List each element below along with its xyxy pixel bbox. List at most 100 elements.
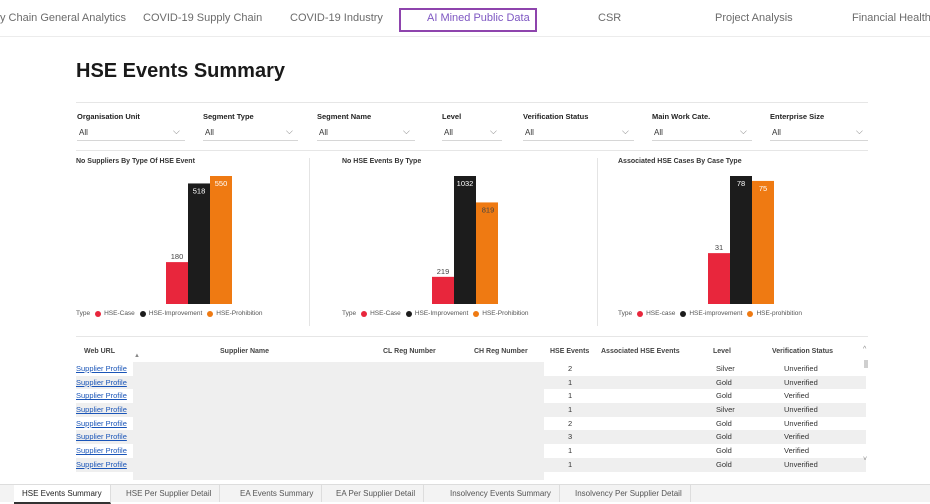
col-header-hse-events[interactable]: HSE Events [550,348,589,355]
filter-main-work-category[interactable]: Main Work Cate. All ⌵ [652,112,752,142]
data-label-case: 180 [171,252,184,261]
bar-prohibition[interactable] [210,176,232,304]
filter-level[interactable]: Level All ⌵ [442,112,502,142]
filter-label: Main Work Cate. [652,112,711,121]
verification-status-cell: Verified [784,432,810,442]
hse-events-cell: 1 [568,405,573,415]
nav-tab-supply-chain-general-analytics[interactable]: y Chain General Analytics [0,12,126,24]
chevron-down-icon: ⌵ [622,126,629,136]
chart-canvas: 219 1032 819 [432,176,498,304]
bar-prohibition[interactable] [752,180,774,304]
filter-label: Level [442,112,462,121]
filter-value: All [654,128,663,137]
verification-status-cell: Unverified [784,405,818,415]
supplier-profile-link[interactable]: Supplier Profile [76,391,127,400]
data-label-prohibition: 75 [759,184,767,193]
chevron-down-icon: ⌵ [403,126,410,136]
nav-tab-csr[interactable]: CSR [598,12,621,24]
col-header-web-url[interactable]: Web URL [84,348,115,355]
filter-segment-name[interactable]: Segment Name All ⌵ [317,112,415,142]
bar-improvement[interactable] [454,176,476,304]
legend-entry-improvement: HSE-Improvement [414,310,469,317]
filter-label: Segment Type [203,112,254,121]
chevron-down-icon: ⌵ [740,126,747,136]
table-scrollbar[interactable]: ^ ˅ [862,346,870,468]
hse-events-cell: 3 [568,432,573,442]
filter-organisation-unit[interactable]: Organisation Unit All ⌵ [77,112,185,142]
filter-verification-status[interactable]: Verification Status All ⌵ [523,112,634,142]
supplier-profile-link[interactable]: Supplier Profile [76,378,127,387]
page-title: HSE Events Summary [76,60,285,82]
legend-swatch-prohibition [207,310,214,317]
supplier-profile-link[interactable]: Supplier Profile [76,419,127,428]
bar-improvement[interactable] [188,183,210,304]
filter-label: Verification Status [523,112,589,121]
top-navigation: y Chain General Analytics COVID-19 Suppl… [0,0,930,37]
nav-tab-covid-supply-chain[interactable]: COVID-19 Supply Chain [143,12,262,24]
legend-entry-improvement: HSE-Improvement [148,310,203,317]
scroll-thumb[interactable] [864,360,868,368]
col-header-verification-status[interactable]: Verification Status [772,348,833,355]
bar-improvement[interactable] [730,176,752,304]
scroll-up-icon[interactable]: ^ [863,346,866,353]
legend-title: Type [342,310,357,317]
level-cell: Gold [716,459,732,469]
bar-case[interactable] [708,253,730,304]
page-tab-insolvency-per-supplier-detail[interactable]: Insolvency Per Supplier Detail [567,485,691,502]
nav-tab-financial-health[interactable]: Financial Health [852,12,930,24]
nav-tab-covid-industry[interactable]: COVID-19 Industry [290,12,383,24]
legend-entry-prohibition: HSE-prohibition [756,310,802,317]
col-header-associated-hse-events[interactable]: Associated HSE Events [601,348,680,355]
level-cell: Silver [716,364,735,373]
supplier-profile-link[interactable]: Supplier Profile [76,405,127,414]
verification-status-cell: Unverified [784,364,818,373]
sort-arrow-icon[interactable]: ▲ [134,353,140,359]
legend-swatch-prohibition [747,310,754,317]
bar-case[interactable] [166,262,188,304]
legend-swatch-case [637,310,644,317]
chart-legend: Type HSE-Case HSE-Improvement HSE-Prohib… [76,310,263,317]
level-cell: Gold [716,418,732,428]
supplier-profile-link[interactable]: Supplier Profile [76,364,127,373]
data-label-prohibition: 550 [215,179,228,188]
chart-legend: Type HSE-case HSE-improvement HSE-prohib… [618,310,802,317]
col-header-supplier-name[interactable]: Supplier Name [220,348,269,355]
filter-label: Segment Name [317,112,372,121]
page-tab-ea-per-supplier-detail[interactable]: EA Per Supplier Detail [328,485,425,502]
page-tab-hse-events-summary[interactable]: HSE Events Summary [14,485,111,504]
filter-value: All [205,128,214,137]
level-cell: Gold [716,377,732,387]
scroll-down-icon[interactable]: ˅ [863,456,867,463]
hse-events-cell: 2 [568,364,573,373]
hse-events-cell: 2 [568,418,573,428]
chart-canvas: 31 78 75 [708,176,774,304]
bar-case[interactable] [432,276,454,304]
hse-events-cell: 1 [568,459,573,469]
col-header-cl-reg-number[interactable]: CL Reg Number [383,348,436,355]
page-tab-hse-per-supplier-detail[interactable]: HSE Per Supplier Detail [118,485,221,502]
page-tab-ea-events-summary[interactable]: EA Events Summary [232,485,323,502]
legend-entry-case: HSE-Case [104,310,135,317]
chevron-down-icon: ⌵ [173,126,180,136]
nav-tab-project-analysis[interactable]: Project Analysis [715,12,793,24]
data-label-improvement: 78 [737,179,745,188]
supplier-profile-link[interactable]: Supplier Profile [76,460,127,469]
chevron-down-icon: ⌵ [856,126,863,136]
legend-entry-case: HSE-Case [370,310,401,317]
filter-value: All [444,128,453,137]
nav-active-highlight [399,8,537,32]
legend-title: Type [76,310,91,317]
filter-label: Organisation Unit [77,112,140,121]
supplier-profile-link[interactable]: Supplier Profile [76,446,127,455]
charts-divider [76,336,868,337]
col-header-level[interactable]: Level [713,348,731,355]
page-tab-insolvency-events-summary[interactable]: Insolvency Events Summary [442,485,560,502]
legend-swatch-case [95,310,102,317]
bar-prohibition[interactable] [476,202,498,304]
supplier-profile-link[interactable]: Supplier Profile [76,432,127,441]
filter-enterprise-size[interactable]: Enterprise Size All ⌵ [770,112,868,142]
col-header-ch-reg-number[interactable]: CH Reg Number [474,348,528,355]
level-cell: Silver [716,405,735,415]
verification-status-cell: Unverified [784,418,818,428]
filter-segment-type[interactable]: Segment Type All ⌵ [203,112,298,142]
